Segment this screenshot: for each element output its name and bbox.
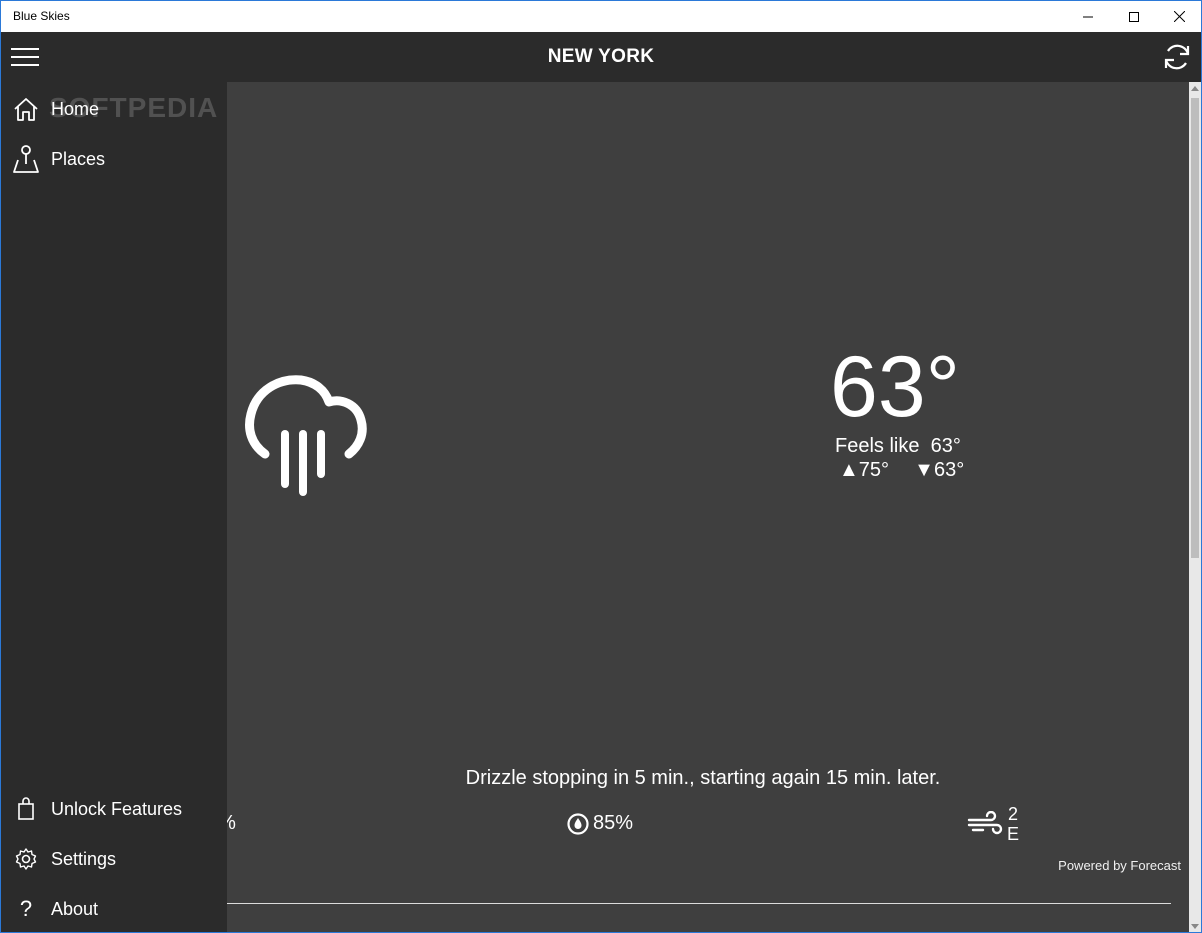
places-icon — [1, 134, 51, 184]
wind-speed: 2 — [1008, 804, 1019, 824]
scroll-up-arrow[interactable] — [1191, 86, 1199, 91]
unlock-icon — [1, 784, 51, 834]
maximize-button[interactable] — [1111, 1, 1157, 32]
scroll-thumb[interactable] — [1191, 98, 1199, 558]
close-icon — [1173, 11, 1185, 22]
wind-direction: E — [1007, 824, 1020, 844]
nav-item-settings[interactable]: Settings — [1, 834, 227, 884]
vertical-scrollbar[interactable] — [1189, 82, 1201, 932]
nav-label-places: Places — [51, 148, 106, 169]
watermark-logo: SOFTPEDIA — [49, 92, 219, 123]
question-icon: ? — [19, 896, 33, 921]
humidity-icon — [567, 812, 589, 835]
forecast-summary: Drizzle stopping in 5 min., starting aga… — [465, 767, 941, 789]
high-low: ▲75° ▼63° — [839, 459, 964, 482]
city-title: NEW YORK — [547, 46, 655, 67]
minimize-icon — [1083, 16, 1093, 17]
feels-like: Feels like 63° — [835, 435, 961, 457]
low-temp: ▼63° — [914, 459, 965, 481]
minimize-button[interactable] — [1065, 1, 1111, 32]
nav-item-places[interactable]: Places — [1, 134, 227, 184]
app-window: Blue Skies NEW YORK 63° Feels like 63° ▲… — [0, 0, 1202, 933]
nav-label-unlock-features: Unlock Features — [51, 798, 183, 819]
nav-label-settings: Settings — [51, 848, 117, 869]
high-temp: ▲75° — [839, 459, 890, 481]
wind-stat: 2 E — [967, 804, 1019, 844]
nav-label-about: About — [51, 898, 99, 919]
rain-cloud-icon — [245, 375, 367, 496]
content-divider — [227, 903, 1171, 904]
app-bar: NEW YORK — [1, 32, 1201, 82]
nav-item-unlock-features[interactable]: Unlock Features — [1, 784, 227, 834]
wind-icon — [967, 811, 1003, 835]
gear-icon — [1, 834, 51, 884]
refresh-icon[interactable] — [1161, 41, 1193, 73]
main-content: 63° Feels like 63° ▲75° ▼63° Drizzle sto… — [207, 82, 1189, 932]
title-bar[interactable]: Blue Skies — [1, 1, 1201, 32]
maximize-icon — [1129, 11, 1139, 22]
nav-item-about[interactable]: ? About — [1, 884, 227, 932]
current-temperature: 63° — [830, 339, 961, 435]
navigation-pane: Home SOFTPEDIA Places Unlock Features Se… — [1, 82, 227, 932]
powered-by-link[interactable]: Powered by Forecast — [1058, 858, 1181, 873]
window-title: Blue Skies — [13, 9, 70, 23]
home-icon — [1, 84, 51, 134]
close-button[interactable] — [1156, 1, 1201, 32]
scroll-down-arrow[interactable] — [1191, 924, 1199, 929]
humidity-stat: 85% — [567, 812, 633, 835]
humidity-value: 85% — [593, 812, 634, 834]
